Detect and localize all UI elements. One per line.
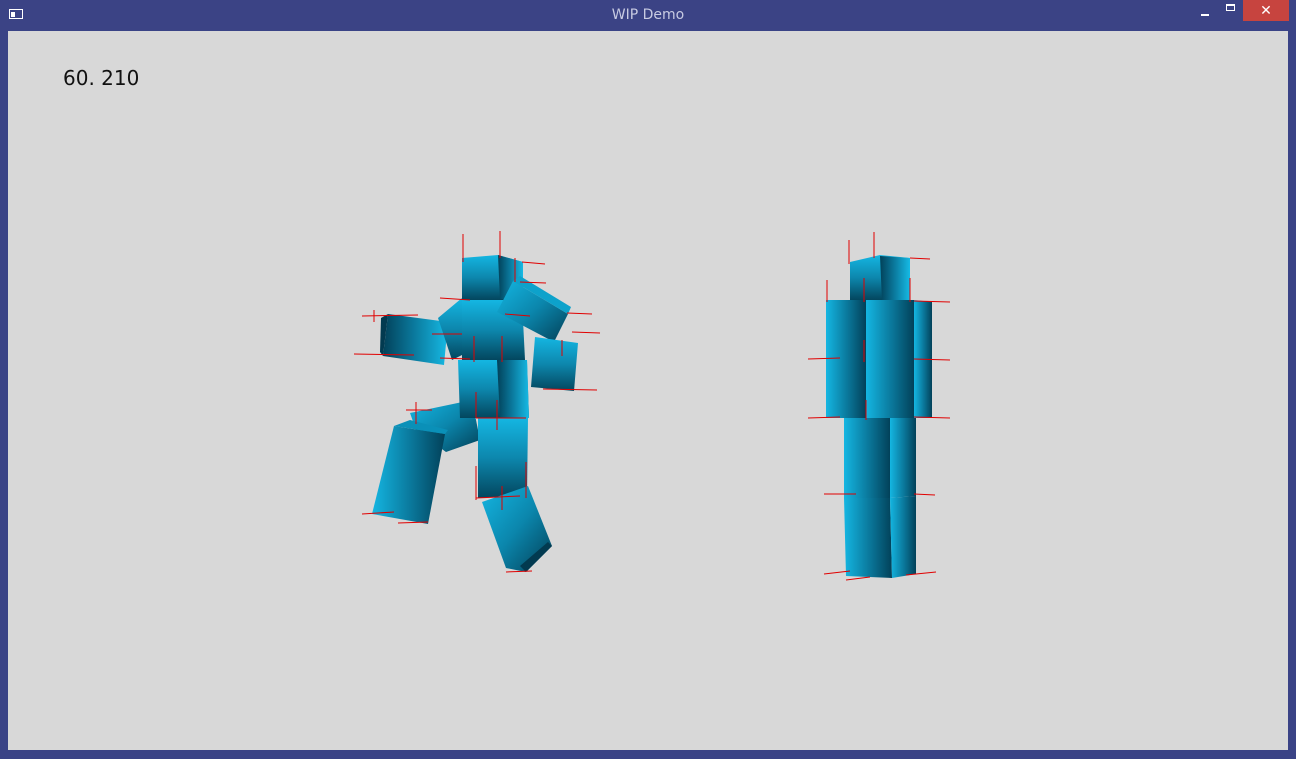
maximize-button[interactable]: [1218, 0, 1243, 21]
standing-arm-right-upper: [914, 300, 932, 360]
standing-chest: [866, 300, 914, 360]
standing-arm-left-upper: [826, 300, 866, 360]
standing-arm-right-lower: [914, 360, 932, 418]
ragdoll-shin-back: [372, 426, 445, 524]
ragdoll-thigh-front: [478, 418, 528, 498]
standing-thigh-right: [890, 418, 916, 498]
maximize-icon: [1226, 4, 1235, 11]
ragdoll-arm-left: [383, 314, 448, 365]
standing-thigh-left: [844, 418, 890, 498]
ragdoll-shin-front: [482, 486, 552, 572]
ragdoll-figure-standing: [807, 232, 951, 581]
standing-shin-left: [844, 498, 892, 578]
ragdoll-figure-posed: [353, 231, 601, 573]
render-viewport[interactable]: 60. 210: [8, 31, 1288, 750]
window-title: WIP Demo: [611, 7, 685, 23]
ragdoll-forearm-right: [531, 337, 578, 391]
scene-canvas: [353, 231, 951, 581]
close-button[interactable]: ✕: [1243, 0, 1289, 21]
standing-shin-right: [890, 496, 916, 578]
ragdoll-pelvis-side: [497, 360, 529, 418]
window-titlebar[interactable]: WIP Demo ✕: [0, 0, 1296, 30]
standing-pelvis: [866, 360, 914, 418]
standing-head-side: [880, 256, 910, 300]
close-icon: ✕: [1260, 2, 1272, 19]
minimize-icon: [1200, 14, 1209, 16]
minimize-button[interactable]: [1192, 0, 1217, 21]
standing-arm-left-lower: [826, 360, 866, 418]
